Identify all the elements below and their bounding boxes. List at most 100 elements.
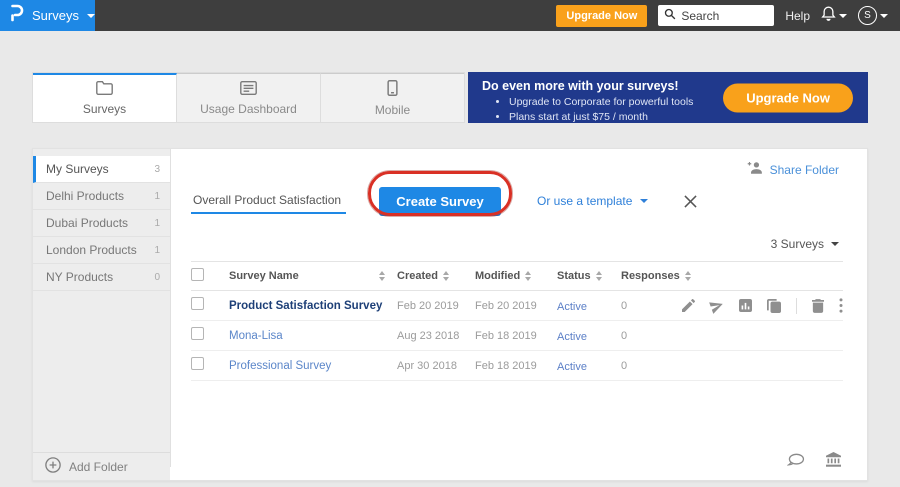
banner-bullet: Plans start at just $75 / month — [509, 110, 854, 125]
bank-archive-icon[interactable] — [826, 452, 841, 467]
reports-chart-icon[interactable] — [739, 299, 752, 312]
row-checkbox[interactable] — [191, 357, 204, 370]
folder-label: Delhi Products — [46, 189, 154, 203]
folder-label: London Products — [46, 243, 154, 257]
responses-count: 0 — [607, 300, 679, 312]
tab-label: Mobile — [375, 103, 410, 117]
sidebar-item-my-surveys[interactable]: My Surveys 3 — [33, 156, 170, 183]
folder-label: NY Products — [46, 270, 154, 284]
close-create-button[interactable] — [684, 195, 697, 208]
use-template-link[interactable]: Or use a template — [537, 194, 648, 208]
edit-pencil-icon[interactable] — [682, 299, 695, 312]
sort-icon[interactable] — [685, 271, 691, 281]
surveys-main: Share Folder Create Survey Or use a temp… — [171, 149, 867, 480]
search-input[interactable] — [681, 9, 768, 23]
app-logo-icon — [10, 4, 24, 27]
help-link[interactable]: Help — [785, 9, 810, 23]
sort-icon[interactable] — [443, 271, 449, 281]
column-header-survey-name[interactable]: Survey Name — [229, 270, 299, 282]
avatar: S — [858, 6, 877, 25]
survey-name-link[interactable]: Professional Survey — [229, 360, 331, 372]
upgrade-now-banner-button[interactable]: Upgrade Now — [723, 83, 853, 112]
mobile-phone-icon — [387, 80, 398, 99]
responses-count: 0 — [607, 330, 679, 342]
sidebar-item-london-products[interactable]: London Products 1 — [33, 237, 170, 264]
table-row: Mona-Lisa Aug 23 2018 Feb 18 2019 Active… — [191, 321, 843, 351]
chevron-down-icon — [880, 14, 888, 18]
modified-date: Feb 20 2019 — [475, 300, 557, 312]
folder-icon — [96, 81, 113, 98]
modified-date: Feb 18 2019 — [475, 330, 557, 342]
status-link[interactable]: Active — [557, 361, 587, 373]
search-icon — [664, 7, 676, 25]
modified-date: Feb 18 2019 — [475, 360, 557, 372]
sidebar-item-delhi-products[interactable]: Delhi Products 1 — [33, 183, 170, 210]
row-checkbox[interactable] — [191, 327, 204, 340]
column-header-created[interactable]: Created — [397, 270, 438, 282]
chevron-down-icon — [831, 242, 839, 246]
panel-footer-icons — [787, 452, 841, 467]
survey-name-link[interactable]: Mona-Lisa — [229, 330, 283, 342]
table-row: Product Satisfaction Survey Feb 20 2019 … — [191, 291, 843, 321]
add-person-icon — [746, 161, 763, 178]
surveys-table: Survey Name Created Modified Status Resp… — [191, 261, 843, 381]
dashboard-icon — [240, 81, 257, 98]
section-tabs: Surveys Usage Dashboard Mobile — [32, 72, 465, 123]
created-date: Apr 30 2018 — [397, 360, 475, 372]
tab-surveys[interactable]: Surveys — [33, 73, 177, 122]
table-header-row: Survey Name Created Modified Status Resp… — [191, 261, 843, 291]
column-header-status[interactable]: Status — [557, 270, 591, 282]
copy-icon[interactable] — [767, 299, 781, 313]
use-template-label: Or use a template — [537, 194, 632, 208]
search-box[interactable] — [658, 5, 774, 26]
row-checkbox[interactable] — [191, 297, 204, 310]
bell-icon — [821, 5, 836, 26]
surveys-count-dropdown[interactable]: 3 Surveys — [771, 237, 839, 251]
sidebar-item-dubai-products[interactable]: Dubai Products 1 — [33, 210, 170, 237]
share-folder-link[interactable]: Share Folder — [746, 161, 839, 178]
column-header-modified[interactable]: Modified — [475, 270, 520, 282]
column-header-responses[interactable]: Responses — [621, 270, 680, 282]
tab-mobile[interactable]: Mobile — [321, 73, 464, 122]
folder-count: 1 — [154, 191, 160, 202]
sort-icon[interactable] — [379, 271, 385, 281]
folder-label: Dubai Products — [46, 216, 154, 230]
feedback-bubble-icon[interactable] — [787, 453, 805, 467]
create-survey-button[interactable]: Create Survey — [379, 187, 501, 216]
status-link[interactable]: Active — [557, 331, 587, 343]
tab-usage-dashboard[interactable]: Usage Dashboard — [177, 73, 321, 122]
brand-menu[interactable]: Surveys — [0, 0, 95, 31]
more-options-icon[interactable] — [839, 298, 843, 313]
share-folder-label: Share Folder — [770, 163, 839, 177]
surveys-count-label: 3 Surveys — [771, 237, 824, 251]
status-link[interactable]: Active — [557, 301, 587, 313]
new-survey-name-input[interactable] — [191, 188, 346, 214]
folders-sidebar: My Surveys 3 Delhi Products 1 Dubai Prod… — [33, 149, 171, 467]
tab-label: Usage Dashboard — [200, 102, 297, 116]
chevron-down-icon — [640, 199, 648, 203]
add-folder-button[interactable]: Add Folder — [33, 452, 170, 480]
upgrade-promo-banner: Do even more with your surveys! Upgrade … — [468, 72, 868, 123]
folder-label: My Surveys — [46, 162, 154, 176]
upgrade-now-topbar-button[interactable]: Upgrade Now — [556, 5, 647, 27]
folder-count: 1 — [154, 245, 160, 256]
created-date: Feb 20 2019 — [397, 300, 475, 312]
folder-count: 0 — [154, 272, 160, 283]
notifications-menu[interactable] — [821, 5, 847, 26]
folder-count: 3 — [154, 164, 160, 175]
delete-trash-icon[interactable] — [812, 299, 824, 313]
survey-name-link[interactable]: Product Satisfaction Survey — [229, 300, 382, 312]
table-row: Professional Survey Apr 30 2018 Feb 18 2… — [191, 351, 843, 381]
sort-icon[interactable] — [596, 271, 602, 281]
select-all-checkbox[interactable] — [191, 268, 204, 281]
surveys-panel: My Surveys 3 Delhi Products 1 Dubai Prod… — [32, 148, 868, 481]
account-menu[interactable]: S — [858, 6, 888, 25]
divider — [796, 298, 797, 314]
sort-icon[interactable] — [525, 271, 531, 281]
add-folder-label: Add Folder — [69, 460, 128, 474]
sidebar-item-ny-products[interactable]: NY Products 0 — [33, 264, 170, 291]
folder-count: 1 — [154, 218, 160, 229]
distribute-send-icon[interactable] — [710, 299, 724, 313]
create-survey-row: Create Survey Or use a template — [191, 179, 847, 223]
surveys-page: { "topbar": { "brand": "Surveys", "upgra… — [0, 0, 900, 487]
